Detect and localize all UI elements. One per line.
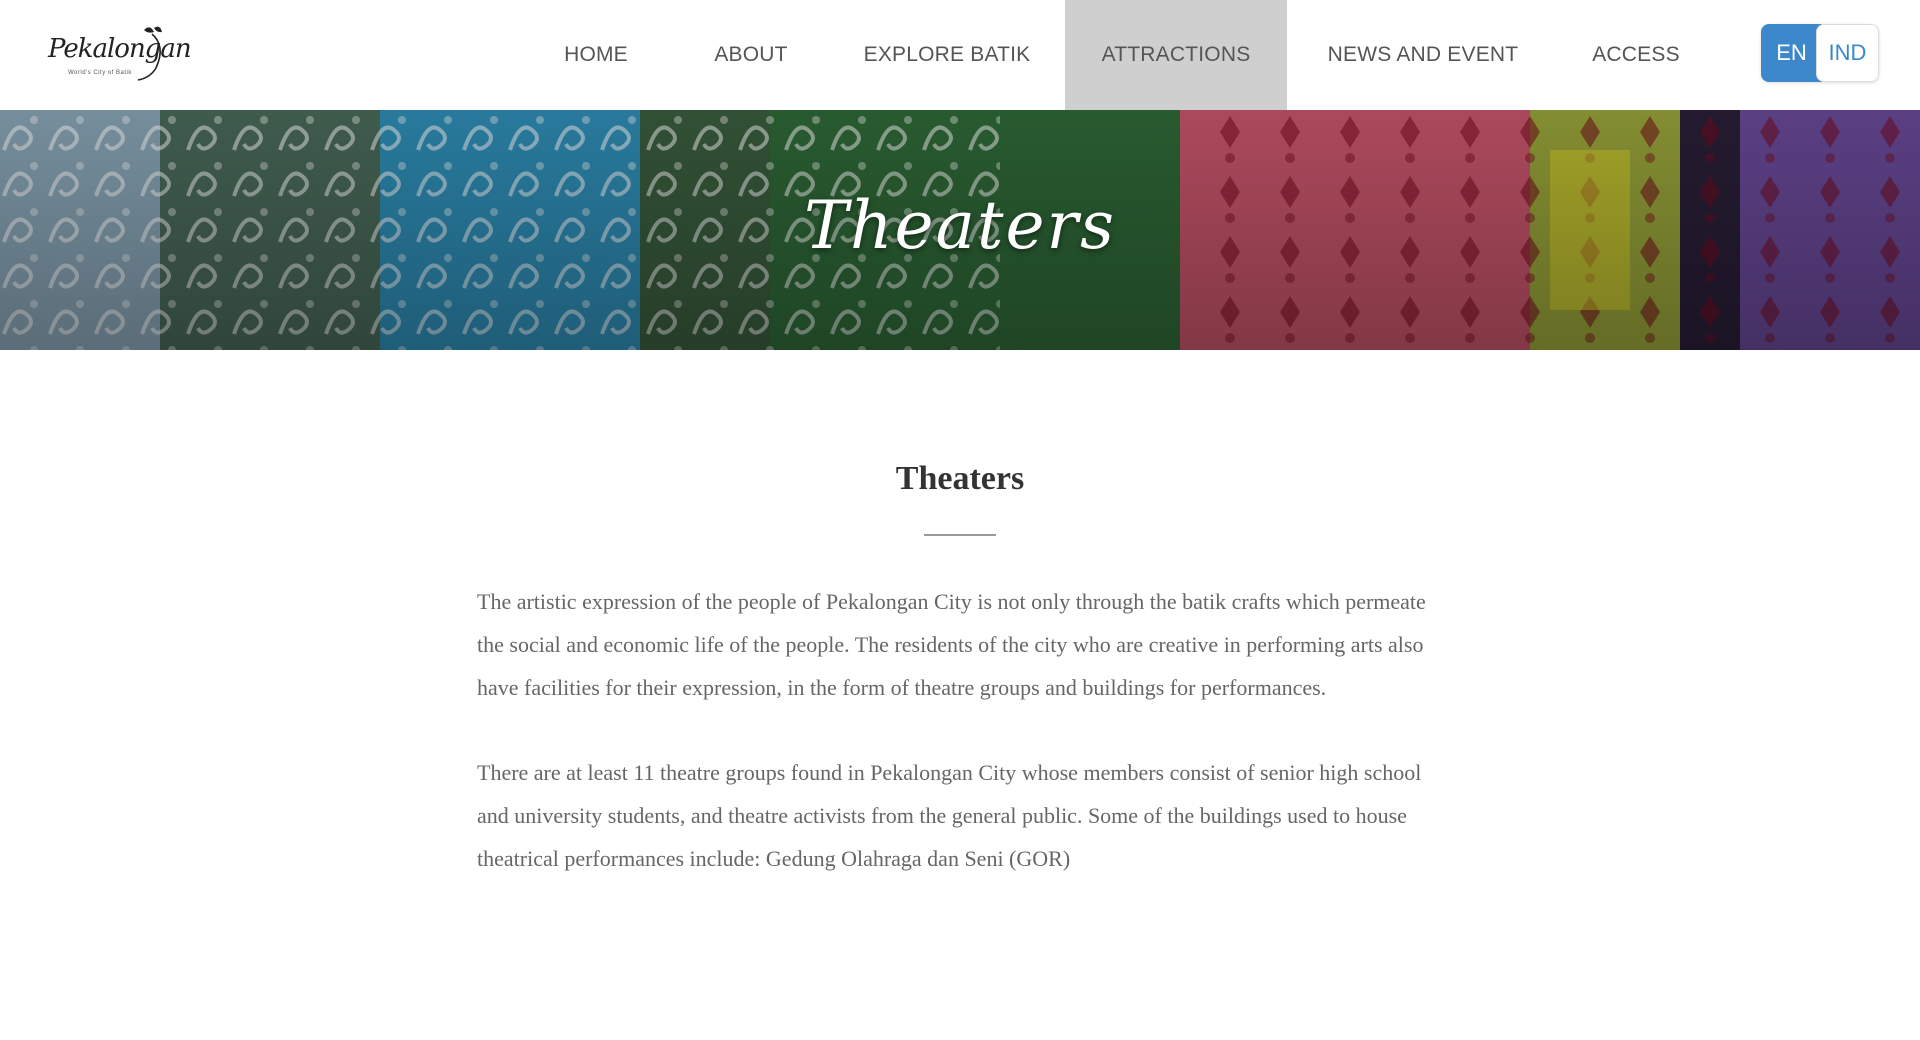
lang-ind-button[interactable]: IND — [1816, 24, 1879, 82]
nav-access[interactable]: ACCESS — [1580, 0, 1692, 110]
nav-about[interactable]: ABOUT — [696, 0, 806, 110]
title-divider — [924, 534, 996, 536]
nav-news-and-event[interactable]: NEWS AND EVENT — [1316, 0, 1530, 110]
language-switcher: EN IND — [1761, 24, 1879, 82]
hero-banner: Theaters — [0, 110, 1920, 350]
site-header: Pekalongan World's City of Batik HOME AB… — [0, 0, 1920, 110]
paragraph-theatre-groups: There are at least 11 theatre groups fou… — [477, 760, 1422, 871]
page-title: Theaters — [895, 460, 1025, 497]
banner-title: Theaters — [804, 186, 1116, 264]
nav-explore-batik[interactable]: EXPLORE BATIK — [850, 0, 1044, 110]
paragraph-intro: The artistic expression of the people of… — [477, 589, 1426, 700]
nav-home[interactable]: HOME — [540, 0, 652, 110]
nav-attractions[interactable]: ATTRACTIONS — [1065, 0, 1287, 110]
main-content: Theaters The artistic expression of the … — [477, 450, 1443, 922]
lang-en-button[interactable]: EN — [1761, 24, 1822, 82]
main-navigation: HOME ABOUT EXPLORE BATIK ATTRACTIONS NEW… — [0, 0, 1920, 110]
